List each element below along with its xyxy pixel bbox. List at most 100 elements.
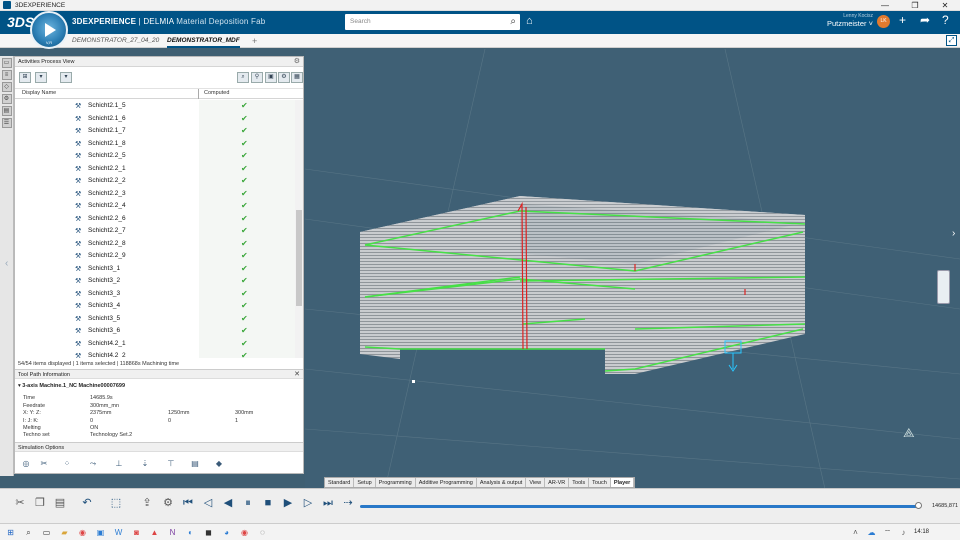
sim-points-icon[interactable]: ⁘ <box>59 457 75 470</box>
list-item[interactable]: ⚒ Schicht3_1 ✔ <box>15 263 295 276</box>
tab-demonstrator-mdf[interactable]: DEMONSTRATOR_MDF <box>167 34 240 48</box>
machine-name[interactable]: ▾ 3-axis Machine.1_NC Machine00007699 <box>18 383 125 389</box>
player-timeline[interactable] <box>360 505 919 508</box>
section-tab[interactable]: Touch <box>589 478 611 487</box>
tree-toggle-icon[interactable]: ▭ <box>1 58 12 68</box>
word-icon[interactable]: W <box>113 527 124 538</box>
last-frame-icon[interactable]: ⏭ <box>320 495 336 511</box>
sim-cut-icon[interactable]: ✂ <box>36 457 52 470</box>
search-panel-icon[interactable]: ⌕ <box>237 72 249 83</box>
section-tab[interactable]: Additive Programming <box>415 478 477 487</box>
step-forward-icon[interactable]: ▷ <box>300 495 316 511</box>
chrome-icon[interactable]: ◉ <box>77 527 88 538</box>
list-item[interactable]: ⚒ Schicht3_6 ✔ <box>15 325 295 338</box>
play-icon[interactable]: ▶ <box>280 495 296 511</box>
minimize-button[interactable]: — <box>870 0 900 11</box>
section-tab[interactable]: Setup <box>354 478 376 487</box>
user-info[interactable]: Lenny Kocisz Putzmeister ˅ <box>815 13 873 28</box>
undo-icon[interactable]: ↶ <box>79 495 95 511</box>
activity-icon[interactable]: ▤ <box>1 106 12 116</box>
step-back-icon[interactable]: ◁ <box>200 495 216 511</box>
fit-all-icon[interactable]: ⤢ <box>946 35 957 46</box>
export-icon[interactable]: ⇪ <box>139 495 155 511</box>
start-icon[interactable]: ⊞ <box>5 527 16 538</box>
view-controls[interactable] <box>937 270 950 304</box>
list-item[interactable]: ⚒ Schicht2.2_8 ✔ <box>15 238 295 251</box>
list-item[interactable]: ⚒ Schicht2.2_5 ✔ <box>15 150 295 163</box>
volume-icon[interactable]: ♪ <box>898 527 909 538</box>
settings-gear-icon[interactable]: ⚙ <box>160 495 176 511</box>
list-item[interactable]: ⚒ Schicht2.2_6 ✔ <box>15 213 295 226</box>
restore-button[interactable]: ❐ <box>900 0 930 11</box>
list-item[interactable]: ⚒ Schicht2.2_9 ✔ <box>15 250 295 263</box>
section-tab[interactable]: Player <box>610 478 635 487</box>
list-item[interactable]: ⚒ Schicht2.2_4 ✔ <box>15 200 295 213</box>
sim-step-icon[interactable]: ⇣ <box>137 457 153 470</box>
filter-icon[interactable]: ▾ <box>35 72 47 83</box>
first-frame-icon[interactable]: ⏮ <box>180 495 196 511</box>
process-icon[interactable]: ⚙ <box>1 94 12 104</box>
play-backward-icon[interactable]: ◀ <box>220 495 236 511</box>
col-display-name[interactable]: Display Name <box>22 90 56 96</box>
close-icon[interactable]: ✕ <box>294 370 300 378</box>
display-icon[interactable]: ▾ <box>60 72 72 83</box>
sim-report-icon[interactable]: ▤ <box>187 457 203 470</box>
sim-holder-icon[interactable]: ⊤ <box>163 457 179 470</box>
copy-icon[interactable]: ❐ <box>32 495 48 511</box>
taskbar-search-icon[interactable]: ⌕ <box>23 527 34 538</box>
list-icon[interactable]: ☰ <box>1 118 12 128</box>
scroll-thumb[interactable] <box>296 210 302 306</box>
app-icon-3[interactable]: ◕ <box>221 527 232 538</box>
outlook-icon[interactable]: ▣ <box>95 527 106 538</box>
section-tab[interactable]: View <box>526 478 546 487</box>
3d-viewport[interactable] <box>305 49 960 489</box>
task-view-icon[interactable]: ▭ <box>41 527 52 538</box>
paste-icon[interactable]: ▤ <box>52 495 68 511</box>
add-tab-button[interactable]: + <box>252 34 257 48</box>
panel-collapse-icon[interactable]: ‹ <box>5 258 8 269</box>
view-compass-icon[interactable]: ⟁ <box>903 425 915 441</box>
help-icon[interactable]: ? <box>942 13 949 27</box>
list-item[interactable]: ⚒ Schicht2.2_1 ✔ <box>15 163 295 176</box>
add-icon[interactable]: + <box>899 13 906 27</box>
onenote-icon[interactable]: N <box>167 527 178 538</box>
list-item[interactable]: ⚒ Schicht2.1_6 ✔ <box>15 113 295 126</box>
compass-button[interactable]: V,R <box>30 11 68 49</box>
app-icon-2[interactable]: ◼ <box>203 527 214 538</box>
list-item[interactable]: ⚒ Schicht4.2_1 ✔ <box>15 338 295 351</box>
search-icon[interactable]: ⌕ <box>510 16 516 27</box>
app-icon-1[interactable]: ▲ <box>149 527 160 538</box>
list-item[interactable]: ⚒ Schicht2.1_8 ✔ <box>15 138 295 151</box>
tray-chevron-icon[interactable]: ˄ <box>850 527 861 538</box>
search-input[interactable]: Search ⌕ <box>345 14 520 30</box>
cut-icon[interactable]: ✂ <box>12 495 28 511</box>
tree-icon[interactable]: ≡ <box>1 70 12 80</box>
right-expand-icon[interactable]: › <box>952 228 955 239</box>
close-button[interactable]: ✕ <box>930 0 960 11</box>
pause-icon[interactable]: ⏸ <box>240 495 256 511</box>
list-item[interactable]: ⚒ Schicht2.1_5 ✔ <box>15 100 295 113</box>
tab-demonstrator-27-04-20[interactable]: DEMONSTRATOR_27_04_20 <box>72 34 159 48</box>
list-item[interactable]: ⚒ Schicht2.2_7 ✔ <box>15 225 295 238</box>
sim-material-icon[interactable]: ◆ <box>211 457 227 470</box>
list-item[interactable]: ⚒ Schicht2.1_7 ✔ <box>15 125 295 138</box>
section-tab[interactable]: Tools <box>569 478 590 487</box>
list-item[interactable]: ⚒ Schicht3_2 ✔ <box>15 275 295 288</box>
list-item[interactable]: ⚒ Schicht3_5 ✔ <box>15 313 295 326</box>
section-tab[interactable]: Standard <box>325 478 355 487</box>
tag-icon[interactable]: ⌂ <box>526 15 533 27</box>
vertical-scrollbar[interactable] <box>295 100 303 358</box>
list-item[interactable]: ⚒ Schicht3_3 ✔ <box>15 288 295 301</box>
stop-icon[interactable]: ■ <box>260 495 276 511</box>
pdf-icon[interactable]: ◙ <box>131 527 142 538</box>
section-tab[interactable]: Programming <box>375 478 416 487</box>
settings-icon[interactable]: ⚙ <box>294 57 300 65</box>
list-item[interactable]: ⚒ Schicht3_4 ✔ <box>15 300 295 313</box>
share-icon[interactable]: ➦ <box>920 13 930 27</box>
list-item[interactable]: ⚒ Schicht2.2_2 ✔ <box>15 175 295 188</box>
col-computed[interactable]: Computed <box>204 90 229 96</box>
list-item[interactable]: ⚒ Schicht4.2_2 ✔ <box>15 350 295 358</box>
avatar[interactable]: LK <box>877 15 890 28</box>
edge-icon[interactable]: ◐ <box>185 527 196 538</box>
view-icon[interactable]: ▣ <box>265 72 277 83</box>
